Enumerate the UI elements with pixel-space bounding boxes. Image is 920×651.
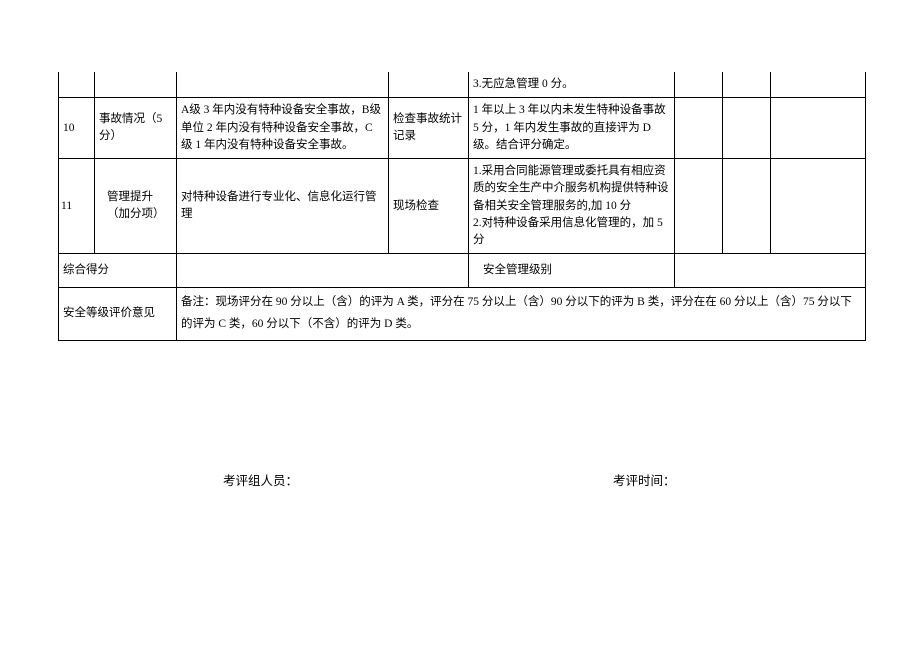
time-label: 考评时间： <box>613 470 676 489</box>
cell-num: 11 <box>59 159 95 254</box>
evaluator-label: 考评组人员： <box>223 470 298 489</box>
opinion-row: 安全等级评价意见 备注：现场评分在 90 分以上（含）的评为 A 类，评分在 7… <box>59 288 866 341</box>
cell-blank <box>675 72 723 98</box>
cell-scoring: 1.采用合同能源管理或委托具有相应资质的安全生产中介服务机构提供特种设备相关安全… <box>469 159 675 254</box>
footer: 考评组人员： 考评时间： <box>58 470 866 489</box>
cell-blank <box>723 159 771 254</box>
table-row: 11 管理提升（加分项） 对特种设备进行专业化、信息化运行管理 现场检查 1.采… <box>59 159 866 254</box>
table-row: 10 事故情况（5分） A级 3 年内没有特种设备安全事故，B级单位 2 年内没… <box>59 98 866 159</box>
cell-blank <box>675 98 723 159</box>
summary-level-value <box>675 254 866 288</box>
summary-score-label: 综合得分 <box>59 254 177 288</box>
cell-blank <box>771 72 866 98</box>
summary-score-row: 综合得分 安全管理级别 <box>59 254 866 288</box>
cell-blank <box>723 72 771 98</box>
cell-name: 管理提升（加分项） <box>95 159 177 254</box>
cell-blank <box>771 159 866 254</box>
cell-blank <box>771 98 866 159</box>
cell-num: 10 <box>59 98 95 159</box>
cell-criteria <box>177 72 389 98</box>
cell-check <box>389 72 469 98</box>
summary-level-label: 安全管理级别 <box>469 254 675 288</box>
cell-scoring: 1 年以上 3 年以内未发生特种设备事故 5 分，1 年内发生事故的直接评为 D… <box>469 98 675 159</box>
summary-score-value <box>177 254 469 288</box>
cell-blank <box>723 98 771 159</box>
table-row: 3.无应急管理 0 分。 <box>59 72 866 98</box>
opinion-note: 备注：现场评分在 90 分以上（含）的评为 A 类，评分在 75 分以上（含）9… <box>177 288 866 341</box>
cell-name: 事故情况（5分） <box>95 98 177 159</box>
cell-scoring: 3.无应急管理 0 分。 <box>469 72 675 98</box>
cell-name <box>95 72 177 98</box>
cell-criteria: 对特种设备进行专业化、信息化运行管理 <box>177 159 389 254</box>
cell-criteria: A级 3 年内没有特种设备安全事故，B级单位 2 年内没有特种设备安全事故，C级… <box>177 98 389 159</box>
opinion-label: 安全等级评价意见 <box>59 288 177 341</box>
cell-check: 现场检查 <box>389 159 469 254</box>
evaluation-table: 3.无应急管理 0 分。 10 事故情况（5分） A级 3 年内没有特种设备安全… <box>58 72 866 341</box>
cell-num <box>59 72 95 98</box>
cell-blank <box>675 159 723 254</box>
evaluation-table-wrap: 3.无应急管理 0 分。 10 事故情况（5分） A级 3 年内没有特种设备安全… <box>58 72 866 341</box>
cell-check: 检查事故统计记录 <box>389 98 469 159</box>
